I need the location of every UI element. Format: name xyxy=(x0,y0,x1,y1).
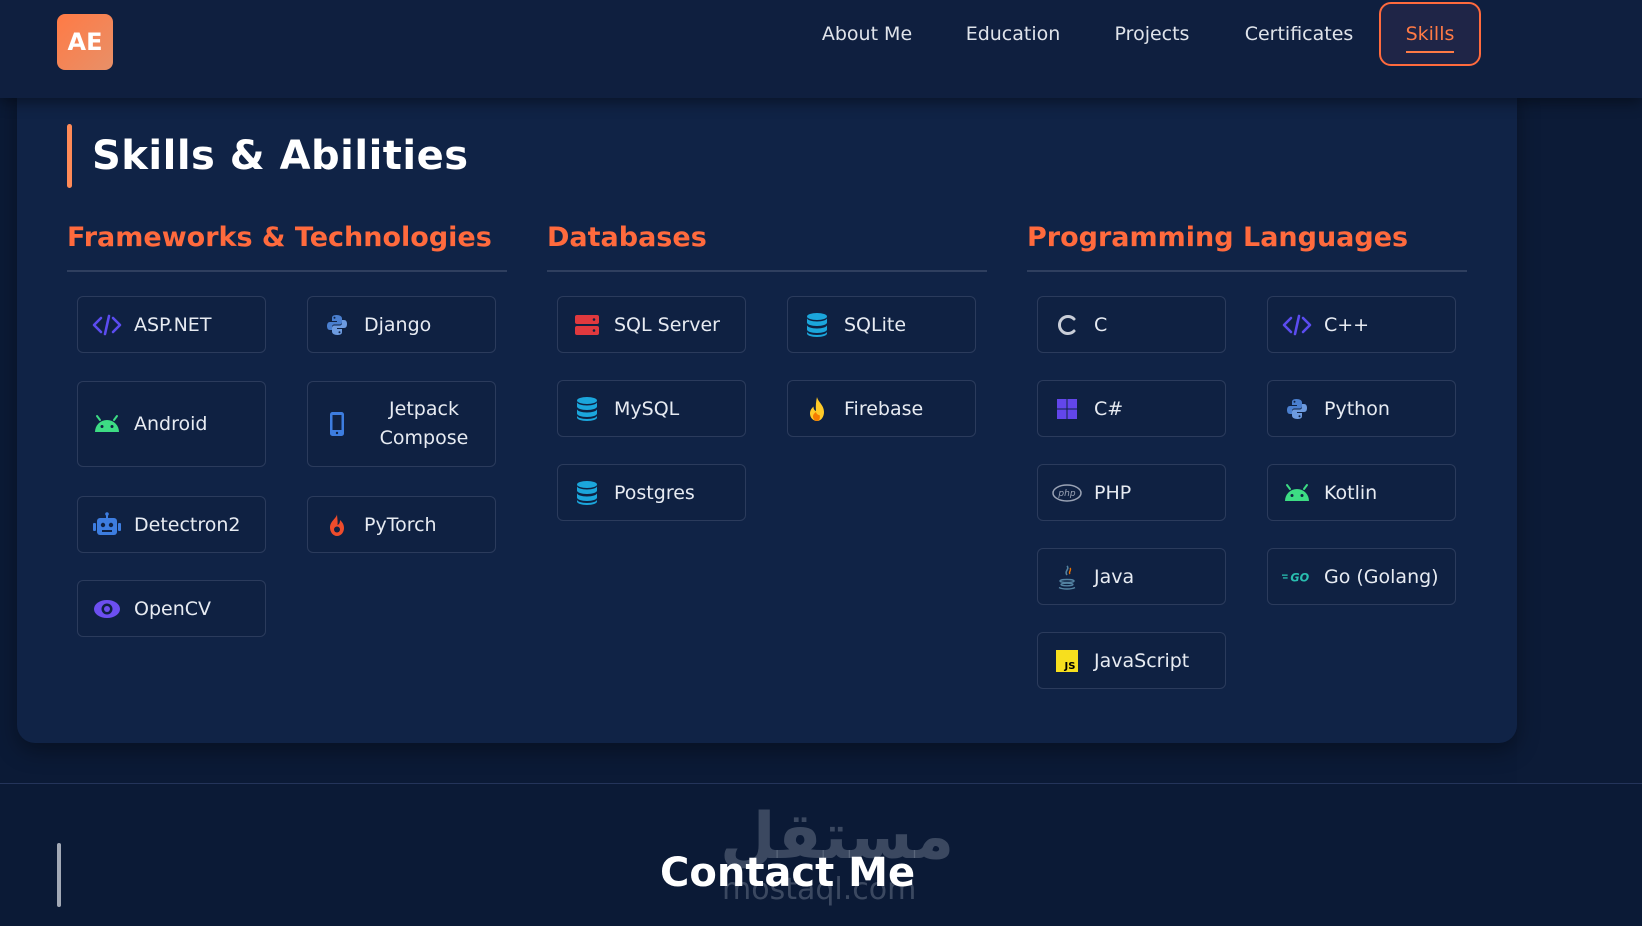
python-icon xyxy=(1282,394,1312,424)
android-icon xyxy=(92,409,122,439)
database-icon xyxy=(572,478,602,508)
mobile-icon xyxy=(322,409,352,439)
skill-csharp[interactable]: C# xyxy=(1037,380,1226,437)
category-divider xyxy=(67,270,507,272)
skill-c[interactable]: C xyxy=(1037,296,1226,353)
server-icon xyxy=(572,310,602,340)
flame-icon xyxy=(802,394,832,424)
category-divider xyxy=(547,270,987,272)
windows-icon xyxy=(1052,394,1082,424)
go-icon: GO xyxy=(1282,562,1312,592)
skill-javascript[interactable]: JS JavaScript xyxy=(1037,632,1226,689)
skill-django[interactable]: Django xyxy=(307,296,496,353)
main-nav: About Me Education Projects Certificates… xyxy=(0,2,1642,66)
python-icon xyxy=(322,310,352,340)
nav-projects[interactable]: Projects xyxy=(1102,2,1202,66)
footer-divider xyxy=(0,783,1642,784)
skill-opencv[interactable]: OpenCV xyxy=(77,580,266,637)
nav-certificates[interactable]: Certificates xyxy=(1238,2,1360,66)
skill-sql-server[interactable]: SQL Server xyxy=(557,296,746,353)
android-icon xyxy=(1282,478,1312,508)
page-title: Skills & Abilities xyxy=(92,133,469,179)
database-icon xyxy=(802,310,832,340)
skill-mysql[interactable]: MySQL xyxy=(557,380,746,437)
svg-text:php: php xyxy=(1057,489,1075,499)
eye-icon xyxy=(92,594,122,624)
right-background-panel xyxy=(1517,98,1642,783)
code-icon xyxy=(92,310,122,340)
skill-php[interactable]: php PHP xyxy=(1037,464,1226,521)
database-icon xyxy=(572,394,602,424)
skill-python[interactable]: Python xyxy=(1267,380,1456,437)
category-title-databases: Databases xyxy=(547,222,707,253)
category-title-frameworks: Frameworks & Technologies xyxy=(67,222,492,253)
c-letter-icon xyxy=(1052,310,1082,340)
code-icon xyxy=(1282,310,1312,340)
java-icon xyxy=(1052,562,1082,592)
skill-java[interactable]: Java xyxy=(1037,548,1226,605)
skill-asp-net[interactable]: ASP.NET xyxy=(77,296,266,353)
skill-firebase[interactable]: Firebase xyxy=(787,380,976,437)
skill-detectron2[interactable]: Detectron2 xyxy=(77,496,266,553)
javascript-icon: JS xyxy=(1052,646,1082,676)
php-icon: php xyxy=(1052,478,1082,508)
svg-text:JS: JS xyxy=(1064,661,1076,672)
skill-sqlite[interactable]: SQLite xyxy=(787,296,976,353)
category-divider xyxy=(1027,270,1467,272)
skill-jetpack-compose[interactable]: Jetpack Compose xyxy=(307,381,496,467)
skill-android[interactable]: Android xyxy=(77,381,266,467)
robot-icon xyxy=(92,510,122,540)
page-title-wrap: Skills & Abilities xyxy=(67,124,469,188)
svg-text:GO: GO xyxy=(1290,571,1309,584)
category-title-languages: Programming Languages xyxy=(1027,222,1409,253)
title-accent-bar xyxy=(67,124,72,188)
top-navigation-bar: AE About Me Education Projects Certifica… xyxy=(0,0,1642,98)
nav-skills[interactable]: Skills xyxy=(1379,2,1481,66)
skill-postgres[interactable]: Postgres xyxy=(557,464,746,521)
footer-accent-bar xyxy=(57,843,61,907)
nav-education[interactable]: Education xyxy=(950,2,1076,66)
fire-icon xyxy=(322,510,352,540)
skill-pytorch[interactable]: PyTorch xyxy=(307,496,496,553)
nav-about-me[interactable]: About Me xyxy=(808,2,926,66)
skill-kotlin[interactable]: Kotlin xyxy=(1267,464,1456,521)
skill-go[interactable]: GO Go (Golang) xyxy=(1267,548,1456,605)
contact-title: Contact Me xyxy=(660,850,916,896)
skill-cpp[interactable]: C++ xyxy=(1267,296,1456,353)
